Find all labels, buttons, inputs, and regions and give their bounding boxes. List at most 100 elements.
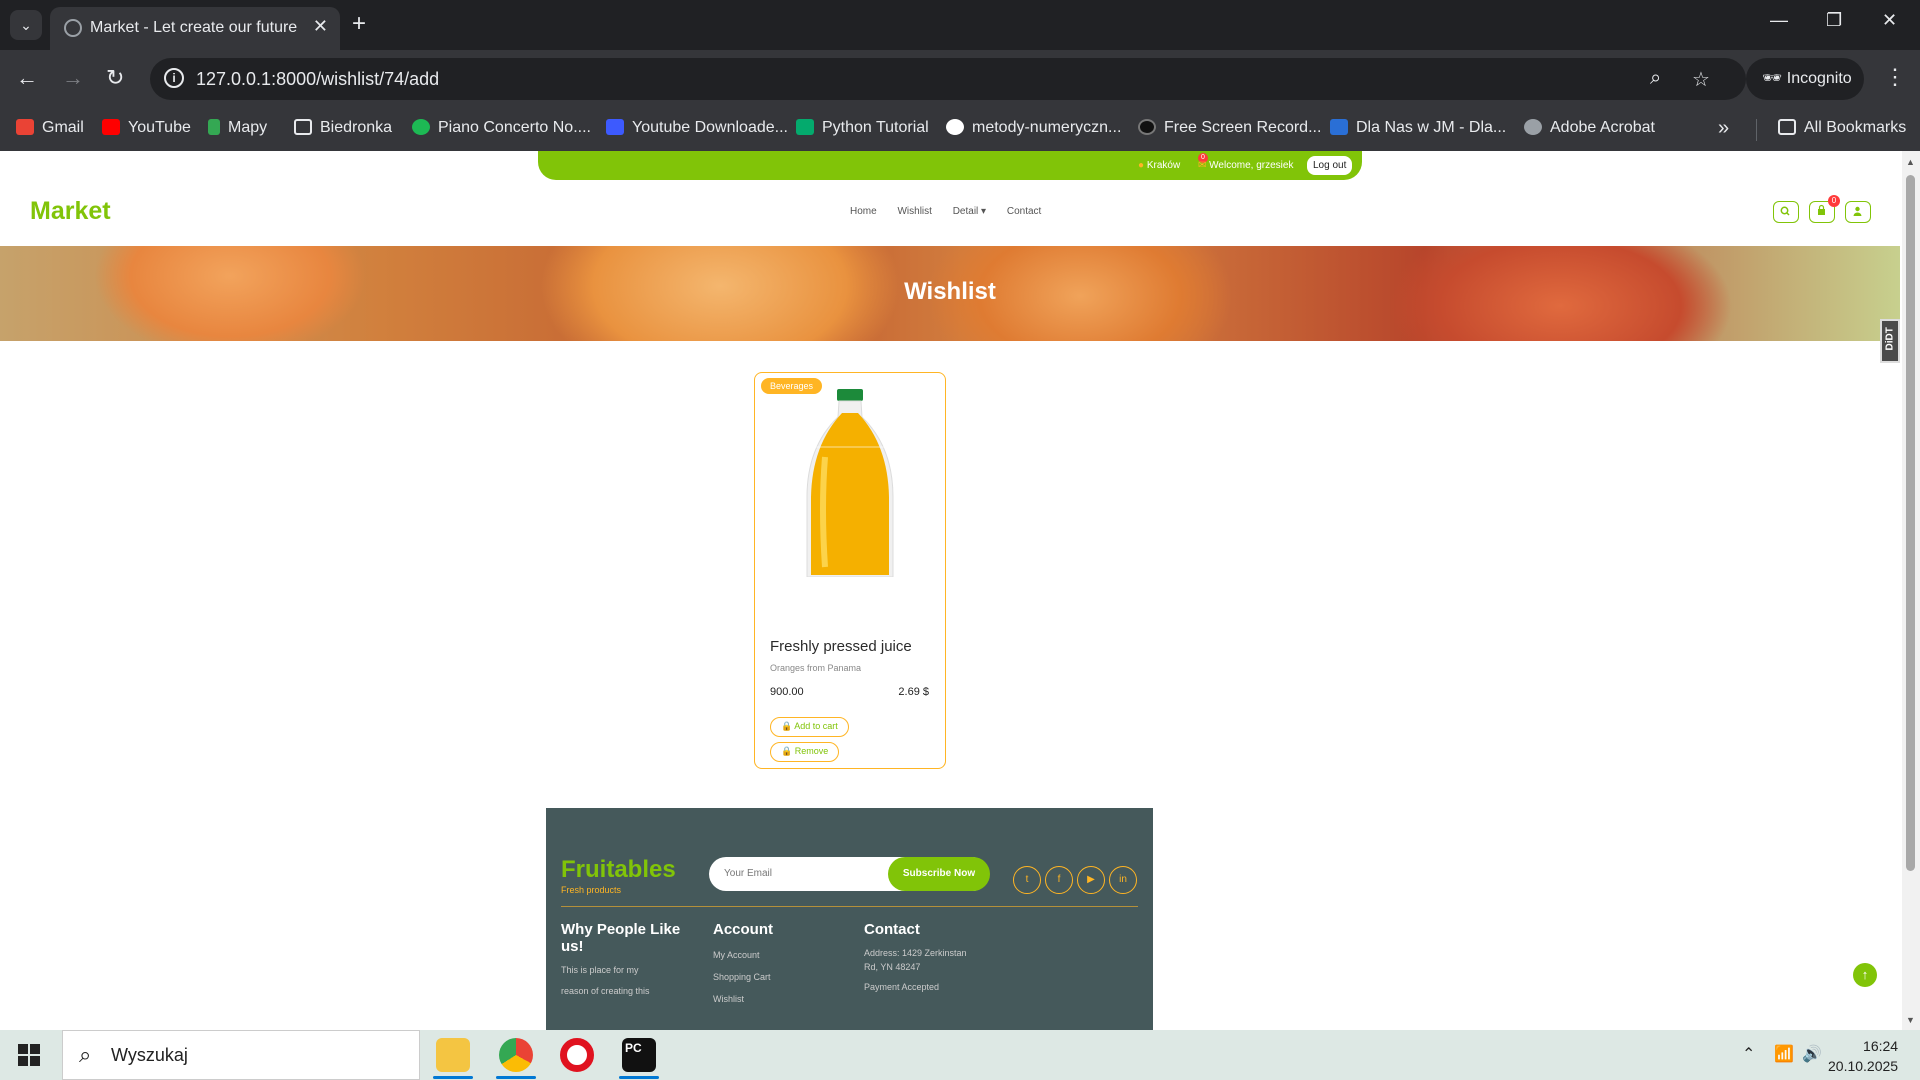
bookmark-free-screen-recorder[interactable]: Free Screen Record...: [1138, 119, 1321, 137]
reload-icon[interactable]: ↻: [106, 65, 124, 91]
more-bookmarks-icon[interactable]: »: [1718, 117, 1729, 140]
dlanas-icon: [1330, 119, 1348, 135]
remove-button[interactable]: 🔒 Remove: [770, 742, 840, 762]
footer-logo[interactable]: Fruitables: [561, 856, 676, 884]
back-to-top-button[interactable]: ↑: [1853, 963, 1877, 987]
browser-menu-icon[interactable]: ⋮: [1884, 64, 1906, 90]
location: ● Kraków: [1138, 160, 1181, 171]
tab-strip: ⌄ Market - Let create our future ✕ + — ❐…: [0, 0, 1920, 50]
close-tab-icon[interactable]: ✕: [313, 16, 328, 37]
nav-contact[interactable]: Contact: [1007, 206, 1041, 217]
app-running-indicator: [433, 1076, 473, 1079]
nav-home[interactable]: Home: [850, 206, 877, 217]
arrow-up-icon: ↑: [1861, 967, 1869, 982]
nav-wishlist[interactable]: Wishlist: [897, 206, 931, 217]
map-pin-icon: ●: [1138, 160, 1145, 171]
mail-icon[interactable]: ✉: [1198, 160, 1206, 171]
footer-tagline: Fresh products: [561, 885, 622, 895]
show-hidden-icons[interactable]: ⌃: [1742, 1044, 1755, 1064]
app-running-indicator: [496, 1076, 536, 1079]
category-badge: Beverages: [761, 378, 823, 394]
incognito-label: Incognito: [1786, 70, 1852, 87]
bookmark-youtube[interactable]: YouTube: [102, 119, 191, 137]
footer-address-line-1: Address: 1429 Zerkinstan: [864, 948, 967, 958]
scrollbar-thumb[interactable]: [1906, 175, 1915, 871]
bookmark-youtube-downloader[interactable]: Youtube Downloade...: [606, 119, 788, 137]
bookmark-gmail[interactable]: Gmail: [16, 119, 84, 137]
site-logo[interactable]: Market: [30, 197, 111, 226]
restore-icon[interactable]: ❐: [1826, 10, 1842, 31]
product-name[interactable]: Freshly pressed juice: [770, 638, 912, 655]
add-to-cart-button[interactable]: 🔒 Add to cart: [770, 717, 849, 737]
back-icon[interactable]: ←: [16, 65, 38, 91]
shopping-bag-icon: 🔒: [781, 746, 793, 756]
search-button[interactable]: [1773, 201, 1799, 223]
pycharm-icon[interactable]: PC: [622, 1038, 656, 1072]
shopping-bag-icon: 🔒: [781, 721, 793, 731]
search-icon: [1780, 206, 1790, 216]
site-topbar: ● Kraków 0 ✉ Welcome, grzesiek Log out: [538, 151, 1362, 180]
bookmark-dla-nas[interactable]: Dla Nas w JM - Dla...: [1330, 119, 1506, 137]
bookmark-metody-numeryczne[interactable]: metody-numeryczn...: [946, 119, 1121, 137]
bookmark-star-icon[interactable]: ☆: [1692, 67, 1710, 92]
footer-about-heading: Why People Like us!: [561, 921, 681, 955]
bookmark-biedronka[interactable]: Biedronka: [294, 119, 392, 137]
close-window-icon[interactable]: ✕: [1882, 10, 1897, 31]
incognito-indicator[interactable]: 🕶 Incognito: [1746, 58, 1864, 100]
volume-icon[interactable]: 🔊: [1802, 1044, 1822, 1064]
scroll-up-icon[interactable]: ▲: [1906, 157, 1915, 167]
nav-detail[interactable]: Detail ▾: [953, 206, 986, 217]
footer-payment: Payment Accepted: [864, 982, 940, 992]
bookmark-python-tutorial[interactable]: Python Tutorial: [796, 119, 929, 137]
all-bookmarks[interactable]: All Bookmarks: [1778, 119, 1906, 137]
debug-toolbar-tab[interactable]: DiDT: [1880, 319, 1900, 363]
clock-date: 20.10.2025: [1828, 1058, 1899, 1074]
bookmark-piano-concerto[interactable]: Piano Concerto No....: [412, 119, 591, 137]
gmail-icon: [16, 119, 34, 135]
user-icon: [1853, 206, 1862, 216]
footer-link-shopping-cart[interactable]: Shopping Cart: [713, 970, 771, 984]
taskbar-search[interactable]: ⌕ Wyszukaj: [62, 1030, 420, 1080]
download-icon: [606, 119, 624, 135]
address-bar[interactable]: i 127.0.0.1:8000/wishlist/74/add ⌕ ☆: [150, 58, 1746, 100]
url-text[interactable]: 127.0.0.1:8000/wishlist/74/add: [196, 69, 439, 90]
forward-icon[interactable]: →: [62, 65, 84, 91]
minimize-icon[interactable]: —: [1770, 10, 1788, 31]
footer-account-heading: Account: [713, 921, 773, 938]
footer-link-wishlist[interactable]: Wishlist: [713, 992, 744, 1006]
bookmark-mapy[interactable]: Mapy: [208, 119, 267, 137]
logout-button[interactable]: Log out: [1307, 156, 1353, 175]
windows-start-icon[interactable]: [18, 1044, 40, 1066]
bookmarks-divider: [1756, 119, 1757, 141]
subscribe-button[interactable]: Subscribe Now: [888, 857, 990, 891]
system-clock[interactable]: 16:24 20.10.2025: [1828, 1036, 1898, 1076]
linkedin-icon[interactable]: in: [1109, 866, 1137, 894]
scroll-down-icon[interactable]: ▼: [1906, 1015, 1915, 1025]
product-image[interactable]: [785, 387, 915, 577]
network-icon[interactable]: 📶: [1774, 1044, 1794, 1064]
file-explorer-icon[interactable]: [436, 1038, 470, 1072]
footer-link-my-account[interactable]: My Account: [713, 948, 760, 962]
new-tab-button[interactable]: +: [352, 10, 366, 38]
page-viewport: ● Kraków 0 ✉ Welcome, grzesiek Log out M…: [0, 151, 1920, 1030]
globe-icon: [1524, 119, 1542, 135]
zoom-icon[interactable]: ⌕: [1650, 67, 1661, 90]
page-header-banner: Wishlist: [0, 246, 1900, 341]
site-footer: Fruitables Fresh products Your Email Sub…: [546, 808, 1153, 1030]
tab-search-button[interactable]: ⌄: [10, 10, 42, 40]
twitter-icon[interactable]: t: [1013, 866, 1041, 894]
footer-about-text-1: This is place for my: [561, 965, 639, 975]
main-nav: Home Wishlist Detail ▾ Contact: [850, 206, 1059, 217]
youtube-icon[interactable]: ▶: [1077, 866, 1105, 894]
chrome-icon[interactable]: [499, 1038, 533, 1072]
page-scrollbar[interactable]: ▲ ▼: [1902, 151, 1920, 1030]
site-info-icon[interactable]: i: [164, 68, 184, 88]
tab-favicon-icon: [64, 19, 82, 37]
bookmark-adobe-acrobat[interactable]: Adobe Acrobat: [1524, 119, 1655, 137]
active-tab[interactable]: Market - Let create our future ✕: [50, 7, 340, 50]
opera-icon[interactable]: [560, 1038, 594, 1072]
welcome-text: ✉ Welcome, grzesiek: [1198, 160, 1294, 171]
search-icon: ⌕: [79, 1042, 92, 1067]
account-button[interactable]: [1845, 201, 1871, 223]
facebook-icon[interactable]: f: [1045, 866, 1073, 894]
